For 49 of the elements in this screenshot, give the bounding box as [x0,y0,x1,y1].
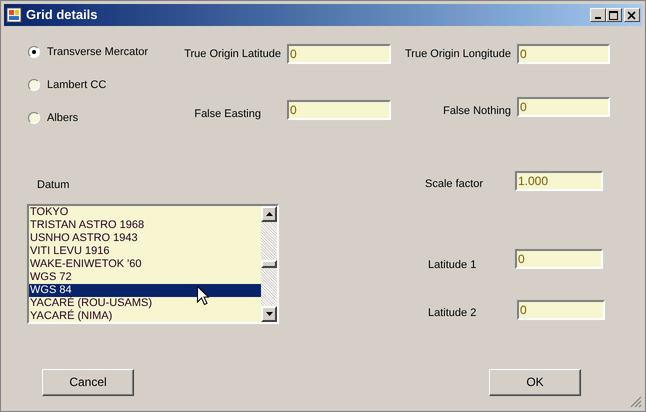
radio-label[interactable]: Albers [47,110,78,126]
list-item[interactable]: WGS 84 [29,284,261,296]
radio-button[interactable] [28,79,40,91]
list-item[interactable]: TRISTAN ASTRO 1968 [29,218,261,232]
field-label: False Easting [193,107,262,122]
text-field[interactable]: 0 [287,100,391,120]
scrollbar[interactable] [261,206,277,322]
list-item[interactable]: YACARÉ (ROU-USAMS) [29,296,261,310]
field-label: True Origin Latitude [183,46,281,62]
text-field[interactable]: 1.000 [515,171,603,192]
list-item[interactable]: WAKE-ENIWETOK '60 [29,258,261,270]
radio-label[interactable]: Lambert CC [47,76,106,94]
app-icon [6,7,22,23]
list-item[interactable]: USNHO ASTRO 1943 [29,232,261,244]
cancel-button[interactable]: Cancel [42,368,134,396]
field-label: Scale factor [425,177,484,192]
minimize-icon [595,17,601,19]
window-title: Grid details [26,6,99,24]
text-field[interactable]: 0 [517,300,605,320]
list-item[interactable]: TOKYO [29,206,261,218]
resize-grip-icon[interactable] [630,396,642,408]
radio-label[interactable]: Transverse Mercator [47,44,148,60]
field-label: False Nothing [442,104,511,120]
ok-button[interactable]: OK [489,368,581,396]
up-arrow-icon [266,212,272,216]
close-icon [627,10,637,20]
radio-button[interactable] [28,46,40,58]
datum-list[interactable]: TOKYO TRISTAN ASTRO 1968 USNHO ASTRO 1943 VITI LEVU 1916 WAKE-ENIWETOK '60 WGS 72 WGS 84 YACARÉ (ROU-USAMS) YACARÉ (NIMA) [27,204,279,324]
list-item[interactable]: WGS 72 [29,270,261,284]
scroll-thumb[interactable] [261,260,277,268]
scroll-down-button[interactable] [261,306,277,322]
text-field[interactable]: 0 [517,44,610,64]
close-button[interactable] [624,8,640,22]
text-field[interactable]: 0 [515,248,603,269]
field-label: Latitude 2 [427,306,478,321]
down-arrow-icon [266,312,272,316]
field-label: Latitude 1 [427,258,478,272]
datum-label: Datum [37,178,70,193]
maximize-button[interactable] [606,8,622,22]
radio-button[interactable] [28,112,40,124]
maximize-icon [609,10,619,20]
minimize-button[interactable] [590,8,606,22]
scroll-up-button[interactable] [261,206,277,222]
list-item[interactable]: VITI LEVU 1916 [29,244,261,258]
field-label: True Origin Longitude [404,46,511,62]
text-field[interactable]: 0 [517,96,610,117]
list-item[interactable]: YACARÉ (NIMA) [29,310,261,322]
text-field[interactable]: 0 [287,44,391,64]
mouse-cursor-icon [197,286,209,305]
